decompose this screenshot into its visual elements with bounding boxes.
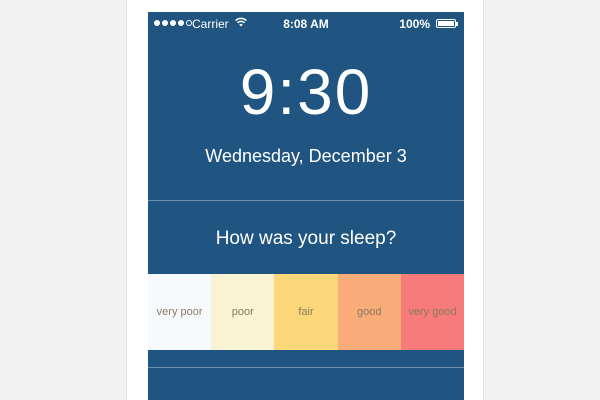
rating-label: fair bbox=[298, 306, 314, 318]
divider bbox=[148, 367, 464, 368]
rating-label: poor bbox=[231, 306, 254, 318]
battery-percentage: 100% bbox=[399, 17, 430, 31]
rating-poor-button[interactable]: poor bbox=[211, 274, 275, 350]
rating-very-poor-button[interactable]: very poor bbox=[148, 274, 212, 350]
rating-label: very poor bbox=[156, 306, 203, 318]
rating-fair-button[interactable]: fair bbox=[274, 274, 338, 350]
divider bbox=[148, 200, 464, 201]
battery-icon bbox=[436, 19, 458, 28]
lock-time: 9:30 bbox=[239, 56, 373, 128]
rating-label: good bbox=[356, 306, 382, 318]
sleep-question: How was your sleep? bbox=[215, 228, 397, 249]
rating-very-good-button[interactable]: very good bbox=[400, 274, 464, 350]
rating-label: very good bbox=[408, 306, 457, 318]
lock-date: Wednesday, December 3 bbox=[205, 146, 407, 166]
status-bar: Carrier 8:08 AM 100% bbox=[148, 12, 464, 36]
rating-good-button[interactable]: good bbox=[337, 274, 401, 350]
sleep-rating-bar: very poor poor fair good very good bbox=[148, 274, 464, 350]
lock-screen: Carrier 8:08 AM 100% 9:30 Wednesday, Dec… bbox=[148, 12, 464, 400]
